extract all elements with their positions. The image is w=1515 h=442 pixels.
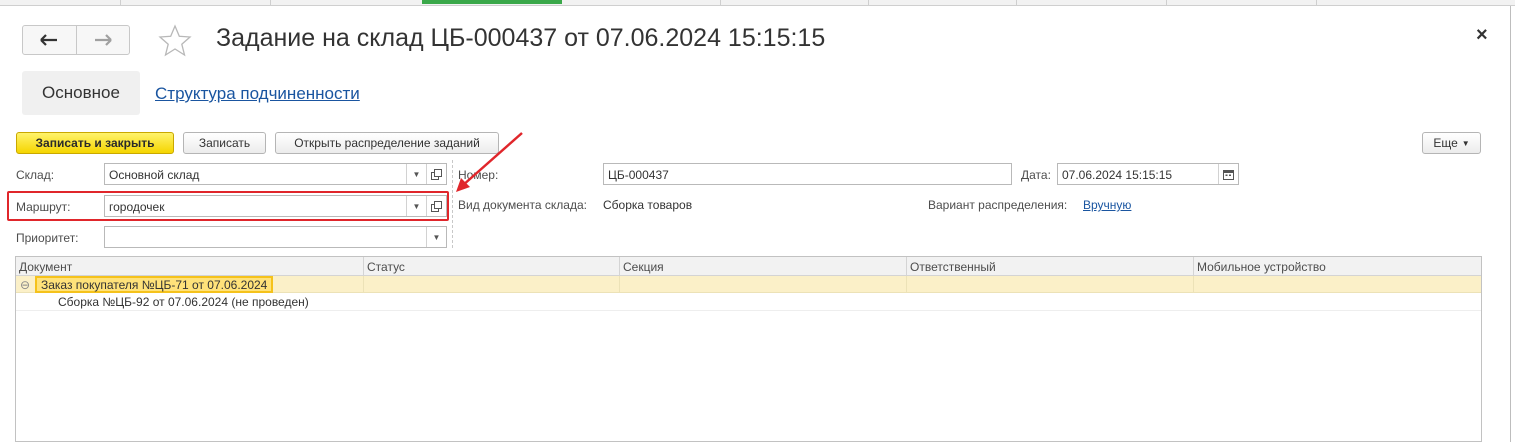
column-header-document[interactable]: Документ — [16, 257, 364, 276]
dropdown-arrow-icon[interactable]: ▼ — [426, 227, 446, 247]
more-label: Еще — [1433, 136, 1458, 150]
tab-divider — [868, 0, 869, 6]
number-value: ЦБ-000437 — [608, 168, 669, 182]
column-header-section[interactable]: Секция — [620, 257, 907, 276]
table-cell — [620, 276, 907, 293]
annotation-arrow-icon — [456, 132, 523, 192]
close-icon[interactable]: × — [1476, 24, 1488, 47]
doc-type-value: Сборка товаров — [603, 198, 693, 212]
tab-divider — [720, 0, 721, 6]
table-row[interactable]: Сборка №ЦБ-92 от 07.06.2024 (не проведен… — [16, 293, 1481, 311]
tab-divider — [1316, 0, 1317, 6]
more-button[interactable]: Еще ▼ — [1422, 132, 1481, 154]
table-cell — [364, 276, 620, 293]
tab-divider — [1016, 0, 1017, 6]
date-label: Дата: — [1021, 168, 1051, 182]
date-field[interactable]: 07.06.2024 15:15:15 — [1057, 163, 1239, 185]
table-row[interactable]: ⊖ Заказ покупателя №ЦБ-71 от 07.06.2024 — [16, 276, 1481, 293]
calendar-icon[interactable] — [1218, 164, 1238, 184]
tab-divider — [1166, 0, 1167, 6]
column-header-mobile-device[interactable]: Мобильное устройство — [1194, 257, 1481, 276]
column-header-status[interactable]: Статус — [364, 257, 620, 276]
table-cell — [907, 276, 1194, 293]
documents-table[interactable]: Документ Статус Секция Ответственный Моб… — [15, 256, 1482, 442]
child-document[interactable]: Сборка №ЦБ-92 от 07.06.2024 (не проведен… — [58, 295, 309, 309]
window-right-border — [1510, 6, 1511, 442]
date-value: 07.06.2024 15:15:15 — [1062, 168, 1173, 182]
column-header-responsible[interactable]: Ответственный — [907, 257, 1194, 276]
calendar-glyph-icon — [1223, 169, 1234, 180]
distribution-label: Вариант распределения: — [928, 198, 1068, 212]
parent-document[interactable]: Заказ покупателя №ЦБ-71 от 07.06.2024 — [35, 276, 274, 293]
chevron-down-icon: ▼ — [1461, 138, 1470, 148]
distribution-link[interactable]: Вручную — [1083, 198, 1131, 212]
number-field[interactable]: ЦБ-000437 — [603, 163, 1012, 185]
priority-label: Приоритет: — [16, 231, 79, 245]
table-header: Документ Статус Секция Ответственный Моб… — [16, 257, 1481, 276]
collapse-icon[interactable]: ⊖ — [20, 278, 30, 292]
